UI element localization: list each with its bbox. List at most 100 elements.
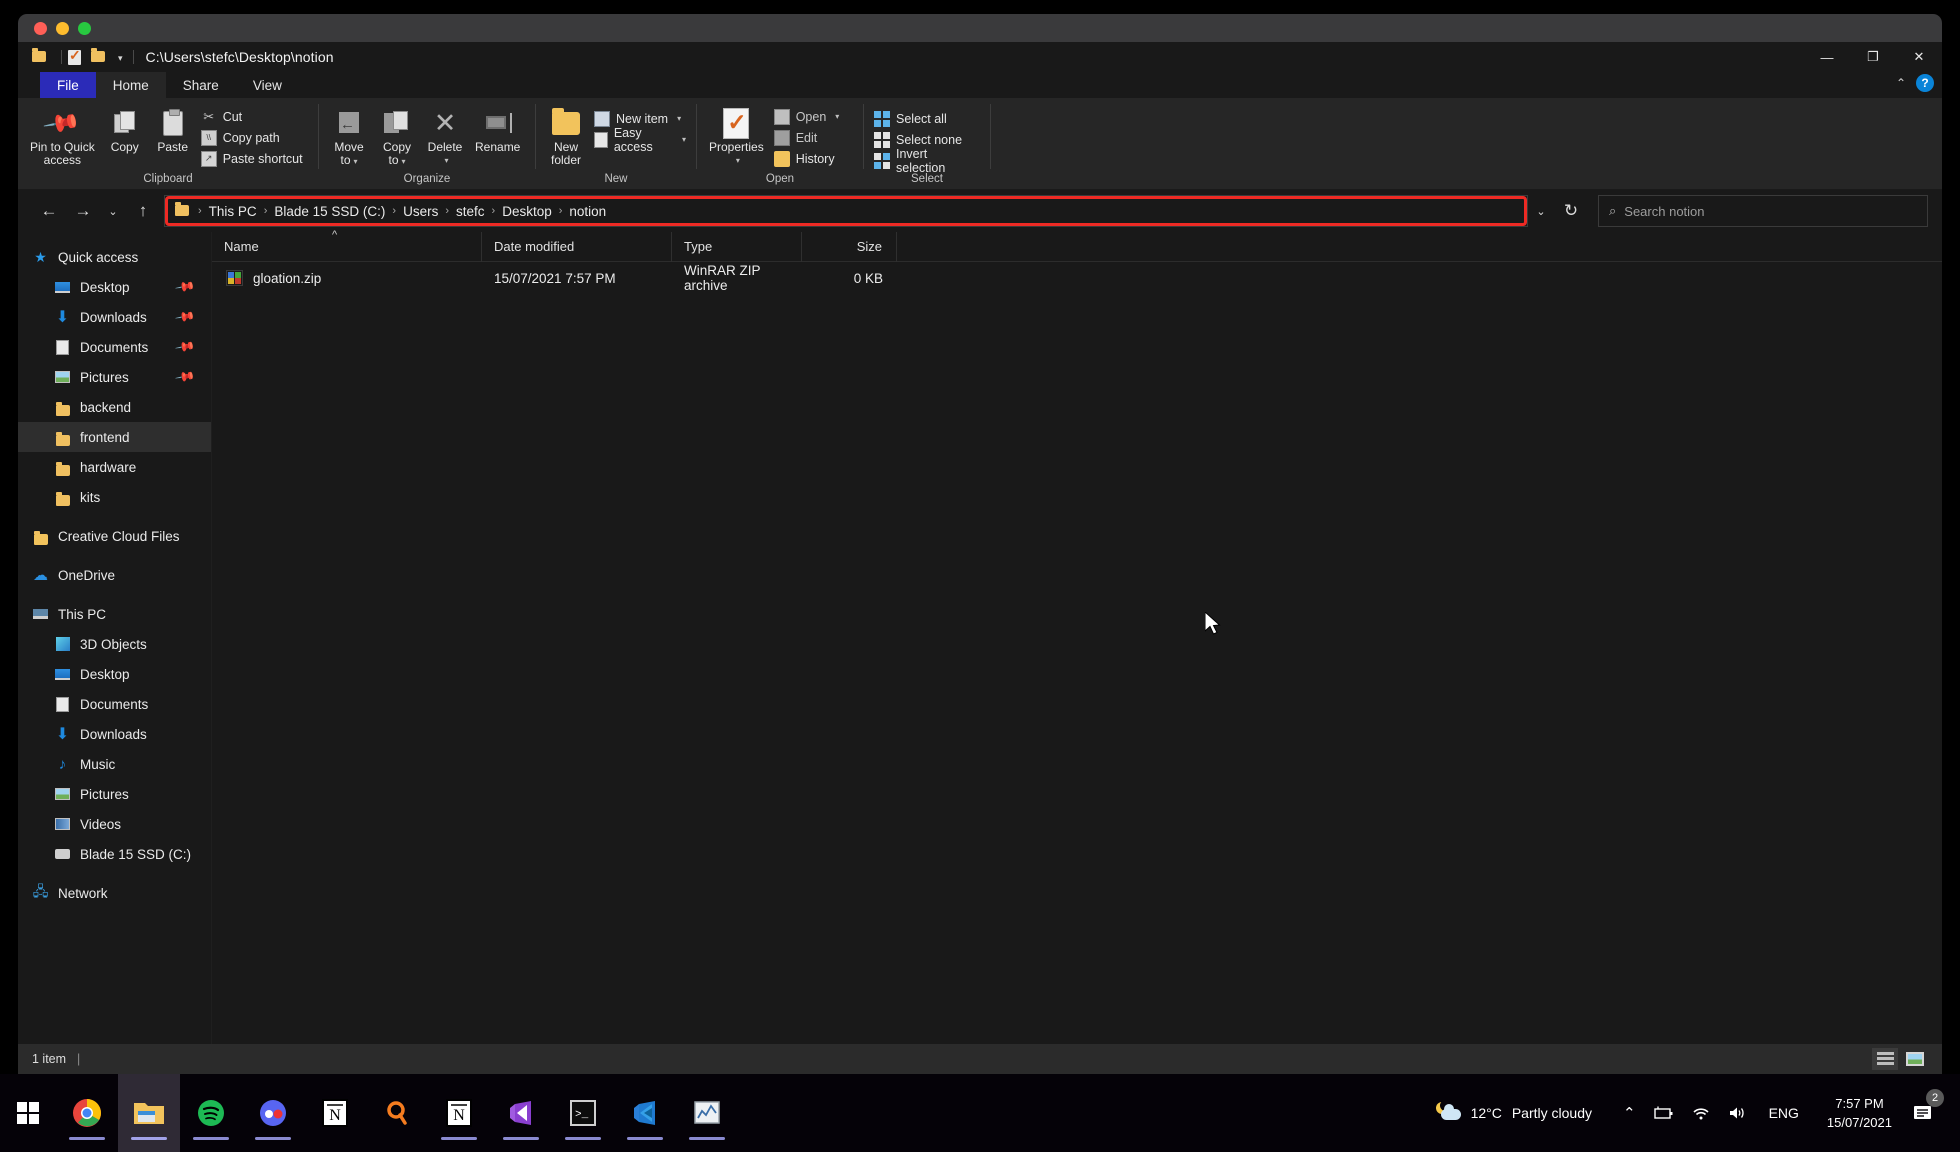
pin-to-quick-access-button[interactable]: 📌 Pin to Quick access — [24, 102, 101, 167]
sidebar-item-desktop-pc[interactable]: Desktop — [18, 659, 211, 689]
copy-button[interactable]: Copy — [101, 102, 149, 154]
large-icons-view-icon[interactable] — [1902, 1048, 1928, 1070]
sidebar-item-quick-access[interactable]: ★ Quick access — [18, 242, 211, 272]
sidebar-item-creative-cloud-files[interactable]: Creative Cloud Files — [18, 521, 211, 551]
new-folder-icon[interactable] — [91, 48, 109, 66]
sidebar-item-music[interactable]: ♪ Music — [18, 749, 211, 779]
file-name-cell[interactable]: gloation.zip — [212, 270, 482, 286]
weather-temperature[interactable]: 12°C — [1471, 1105, 1512, 1121]
weather-icon[interactable] — [1427, 1100, 1471, 1124]
taskbar-vs-code[interactable] — [614, 1074, 676, 1152]
macos-maximize-button[interactable] — [78, 22, 91, 35]
cut-button[interactable]: ✂ Cut — [197, 106, 307, 127]
sidebar-item-blade-15-ssd[interactable]: Blade 15 SSD (C:) — [18, 839, 211, 869]
breadcrumb-stefc[interactable]: stefc — [449, 204, 492, 219]
taskbar-search[interactable] — [366, 1074, 428, 1152]
navigation-pane[interactable]: ★ Quick access Desktop 📌 ⬇ Downloads 📌 D… — [18, 232, 212, 1044]
volume-icon[interactable] — [1719, 1106, 1755, 1120]
delete-button[interactable]: ✕ Delete ▾ — [421, 102, 469, 167]
chevron-down-icon[interactable]: ▾ — [736, 154, 740, 167]
file-list-pane[interactable]: Name ^ Date modified Type Size gloation.… — [212, 229, 1942, 1044]
clock[interactable]: 7:57 PM 15/07/2021 — [1813, 1094, 1906, 1132]
battery-icon[interactable] — [1645, 1106, 1683, 1120]
wifi-icon[interactable] — [1683, 1106, 1719, 1120]
sidebar-item-downloads[interactable]: ⬇ Downloads 📌 — [18, 302, 211, 332]
column-header-date-modified[interactable]: Date modified — [482, 231, 672, 262]
sidebar-item-hardware[interactable]: hardware — [18, 452, 211, 482]
sidebar-item-documents[interactable]: Documents 📌 — [18, 332, 211, 362]
chevron-down-icon[interactable]: ▾ — [835, 112, 839, 121]
easy-access-button[interactable]: Easy access ▾ — [590, 126, 690, 154]
breadcrumb-drive[interactable]: Blade 15 SSD (C:) — [267, 204, 392, 219]
column-header-size[interactable]: Size — [802, 231, 897, 262]
minimize-button[interactable]: — — [1804, 42, 1850, 72]
taskbar-visual-studio[interactable] — [490, 1074, 552, 1152]
forward-button[interactable]: → — [66, 195, 100, 227]
breadcrumb-users[interactable]: Users — [396, 204, 445, 219]
details-view-icon[interactable] — [1872, 1048, 1898, 1070]
macos-minimize-button[interactable] — [56, 22, 69, 35]
sidebar-item-downloads-pc[interactable]: ⬇ Downloads — [18, 719, 211, 749]
language-indicator[interactable]: ENG — [1755, 1105, 1813, 1121]
notification-center-button[interactable]: 2 — [1906, 1089, 1950, 1123]
column-header-type[interactable]: Type — [672, 231, 802, 262]
new-folder-button[interactable]: New folder — [542, 102, 590, 167]
folder-icon[interactable] — [32, 48, 50, 66]
table-row[interactable]: gloation.zip 15/07/2021 7:57 PM WinRAR Z… — [212, 262, 1942, 294]
macos-close-button[interactable] — [34, 22, 47, 35]
sidebar-item-frontend[interactable]: frontend — [18, 422, 211, 452]
open-button[interactable]: Open ▾ — [770, 106, 844, 127]
paste-shortcut-button[interactable]: ↗ Paste shortcut — [197, 148, 307, 169]
refresh-button[interactable]: ↻ — [1554, 195, 1588, 227]
close-button[interactable]: ✕ — [1896, 42, 1942, 72]
sidebar-item-backend[interactable]: backend — [18, 392, 211, 422]
taskbar-notion-alt[interactable]: N — [428, 1074, 490, 1152]
sidebar-item-pictures[interactable]: Pictures 📌 — [18, 362, 211, 392]
chevron-down-icon[interactable]: ▾ — [444, 154, 448, 167]
copy-to-button[interactable]: Copy to ▾ — [373, 102, 421, 168]
sidebar-item-this-pc[interactable]: This PC — [18, 599, 211, 629]
help-button[interactable]: ? — [1916, 74, 1934, 92]
sidebar-item-desktop[interactable]: Desktop 📌 — [18, 272, 211, 302]
select-all-button[interactable]: Select all — [870, 108, 984, 129]
chevron-down-icon[interactable]: ▾ — [354, 157, 358, 166]
taskbar-file-explorer[interactable] — [118, 1074, 180, 1152]
chevron-down-icon[interactable]: ▾ — [682, 135, 686, 144]
maximize-button[interactable]: ❐ — [1850, 42, 1896, 72]
chevron-down-icon[interactable]: ▾ — [118, 53, 123, 64]
tab-share[interactable]: Share — [166, 72, 236, 98]
taskbar-task-manager[interactable] — [676, 1074, 738, 1152]
taskbar-notion[interactable]: N — [304, 1074, 366, 1152]
show-hidden-icons-button[interactable]: ⌃ — [1614, 1104, 1645, 1122]
copy-path-button[interactable]: \\ Copy path — [197, 127, 307, 148]
back-button[interactable]: ← — [32, 195, 66, 227]
breadcrumb-desktop[interactable]: Desktop — [495, 204, 559, 219]
sidebar-item-network[interactable]: 🖧 Network — [18, 878, 211, 908]
edit-button[interactable]: Edit — [770, 127, 844, 148]
tab-home[interactable]: Home — [95, 72, 166, 98]
address-dropdown-button[interactable]: ⌄ — [1528, 195, 1554, 227]
tab-view[interactable]: View — [236, 72, 299, 98]
invert-selection-button[interactable]: Invert selection — [870, 147, 984, 175]
chevron-down-icon[interactable]: ▾ — [402, 157, 406, 166]
tab-file[interactable]: File — [40, 72, 96, 98]
taskbar-spotify[interactable] — [180, 1074, 242, 1152]
collapse-ribbon-button[interactable]: ⌃ — [1896, 76, 1906, 90]
sidebar-item-pictures-pc[interactable]: Pictures — [18, 779, 211, 809]
properties-button[interactable]: Properties ▾ — [703, 102, 770, 167]
sidebar-item-documents-pc[interactable]: Documents — [18, 689, 211, 719]
taskbar-discord[interactable] — [242, 1074, 304, 1152]
up-button[interactable]: ↑ — [126, 195, 160, 227]
recent-locations-button[interactable]: ⌄ — [100, 195, 126, 227]
taskbar-chrome[interactable] — [56, 1074, 118, 1152]
history-button[interactable]: History — [770, 148, 844, 169]
sidebar-item-videos[interactable]: Videos — [18, 809, 211, 839]
start-button[interactable] — [0, 1074, 56, 1152]
search-input[interactable]: ⌕ Search notion — [1598, 195, 1928, 227]
sidebar-item-onedrive[interactable]: ☁ OneDrive — [18, 560, 211, 590]
sidebar-item-kits[interactable]: kits — [18, 482, 211, 512]
chevron-down-icon[interactable]: ▾ — [677, 114, 681, 123]
properties-icon[interactable] — [68, 47, 86, 66]
paste-button[interactable]: Paste — [149, 102, 197, 154]
weather-description[interactable]: Partly cloudy — [1512, 1105, 1614, 1121]
